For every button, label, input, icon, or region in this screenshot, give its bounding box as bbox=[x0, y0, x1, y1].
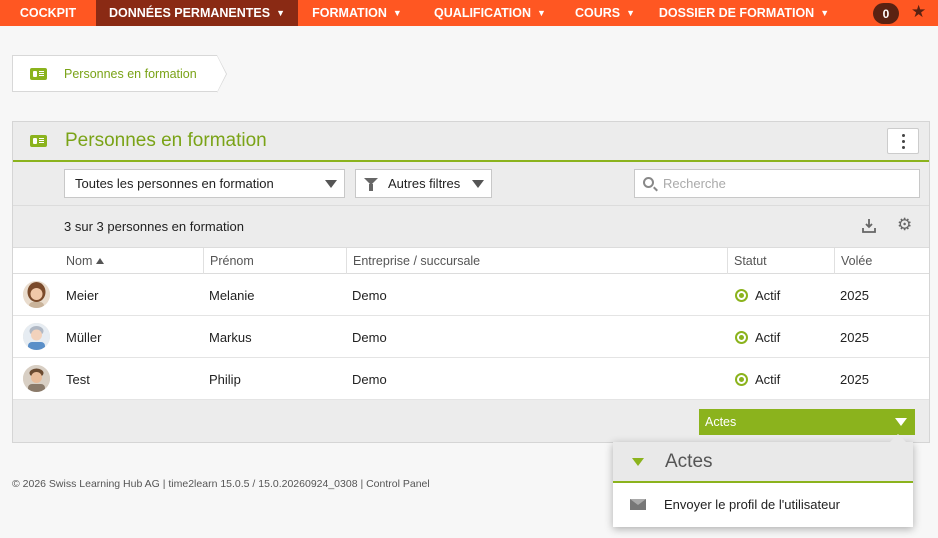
search-box[interactable] bbox=[634, 169, 920, 198]
cell-volee: 2025 bbox=[840, 287, 869, 303]
actions-button[interactable]: Actes bbox=[699, 409, 915, 435]
status-label: Actif bbox=[755, 371, 781, 387]
chevron-down-icon bbox=[632, 457, 644, 466]
panel-header: Personnes en formation bbox=[13, 122, 929, 162]
cell-nom: Meier bbox=[66, 287, 99, 303]
id-card-icon bbox=[30, 67, 47, 80]
cell-statut: Actif bbox=[735, 358, 780, 400]
caret-down-icon: ▼ bbox=[276, 8, 286, 18]
avatar bbox=[23, 365, 50, 392]
search-icon bbox=[643, 177, 654, 188]
actions-label: Actes bbox=[705, 415, 737, 429]
cell-entreprise: Demo bbox=[352, 287, 387, 303]
download-icon[interactable] bbox=[861, 218, 877, 234]
cell-volee: 2025 bbox=[840, 371, 869, 387]
table-row[interactable]: Test Philip Demo Actif 2025 bbox=[13, 358, 929, 400]
cell-prenom: Melanie bbox=[209, 287, 255, 303]
nav-qualification-label: QUALIFICATION bbox=[434, 6, 532, 20]
nav-donnees-permanentes-label: DONNÉES PERMANENTES bbox=[108, 6, 271, 20]
filter-bar: Toutes les personnes en formation Autres… bbox=[13, 164, 929, 206]
table-header: Nom Prénom Entreprise / succursale Statu… bbox=[13, 247, 929, 274]
cell-nom: Test bbox=[66, 371, 90, 387]
nav-donnees-permanentes[interactable]: DONNÉES PERMANENTES ▼ bbox=[96, 0, 298, 26]
more-menu-button[interactable] bbox=[887, 128, 919, 154]
person-filter-select[interactable]: Toutes les personnes en formation bbox=[64, 169, 345, 198]
cell-entreprise: Demo bbox=[352, 371, 387, 387]
column-header-statut[interactable]: Statut bbox=[727, 248, 834, 274]
footer: © 2026 Swiss Learning Hub AG | time2lear… bbox=[12, 478, 430, 490]
nav-formation-label: FORMATION bbox=[312, 6, 387, 20]
active-status-icon bbox=[735, 288, 748, 302]
breadcrumb-label: Personnes en formation bbox=[64, 66, 197, 81]
menu-item-label: Envoyer le profil de l'utilisateur bbox=[664, 496, 840, 512]
active-status-icon bbox=[735, 330, 748, 344]
caret-down-icon: ▼ bbox=[820, 8, 830, 18]
dot-icon bbox=[901, 145, 905, 149]
cell-statut: Actif bbox=[735, 316, 780, 358]
star-icon[interactable]: ★ bbox=[911, 2, 926, 22]
cell-statut: Actif bbox=[735, 274, 780, 316]
actions-dropdown: Actes Envoyer le profil de l'utilisateur bbox=[613, 434, 913, 527]
dot-icon bbox=[901, 133, 905, 137]
column-header-label: Statut bbox=[734, 254, 767, 268]
notification-badge[interactable]: 0 bbox=[873, 3, 899, 24]
top-nav: COCKPIT DONNÉES PERMANENTES ▼ FORMATION ▼ … bbox=[0, 0, 938, 26]
funnel-icon bbox=[364, 178, 378, 191]
status-label: Actif bbox=[755, 287, 781, 303]
dropdown-header[interactable]: Actes bbox=[613, 442, 913, 483]
nav-dossier-label: DOSSIER DE FORMATION bbox=[658, 6, 815, 20]
result-count: 3 sur 3 personnes en formation bbox=[64, 219, 244, 234]
nav-cockpit-label: COCKPIT bbox=[19, 6, 77, 20]
caret-down-icon: ▼ bbox=[537, 8, 546, 18]
gear-icon[interactable]: ⚙ bbox=[897, 216, 912, 233]
chevron-down-icon bbox=[325, 180, 337, 188]
nav-formation[interactable]: FORMATION ▼ bbox=[298, 0, 416, 26]
chevron-down-icon bbox=[895, 418, 907, 426]
other-filters-label: Autres filtres bbox=[388, 176, 461, 191]
column-header-label: Prénom bbox=[210, 254, 254, 268]
table-row[interactable]: Meier Melanie Demo Actif 2025 bbox=[13, 274, 929, 316]
column-header-label: Entreprise / succursale bbox=[353, 254, 481, 268]
cell-volee: 2025 bbox=[840, 329, 869, 345]
column-header-entreprise[interactable]: Entreprise / succursale bbox=[346, 248, 727, 274]
nav-cours[interactable]: COURS ▼ bbox=[564, 0, 646, 26]
persons-table: Nom Prénom Entreprise / succursale Statu… bbox=[13, 247, 929, 400]
other-filters-button[interactable]: Autres filtres bbox=[355, 169, 492, 198]
caret-down-icon: ▼ bbox=[626, 8, 636, 18]
person-filter-value: Toutes les personnes en formation bbox=[75, 176, 274, 191]
breadcrumb[interactable]: Personnes en formation bbox=[12, 55, 227, 93]
menu-item-send-profile[interactable]: Envoyer le profil de l'utilisateur bbox=[613, 483, 913, 525]
nav-qualification[interactable]: QUALIFICATION ▼ bbox=[416, 0, 564, 26]
count-bar: 3 sur 3 personnes en formation ⚙ bbox=[13, 207, 929, 247]
dropdown-title: Actes bbox=[665, 450, 713, 472]
cell-nom: Müller bbox=[66, 329, 102, 345]
search-input[interactable] bbox=[663, 176, 903, 191]
nav-dossier-de-formation[interactable]: DOSSIER DE FORMATION ▼ bbox=[646, 0, 842, 26]
column-header-label: Nom bbox=[66, 254, 93, 268]
nav-cours-label: COURS bbox=[574, 6, 621, 20]
cell-prenom: Philip bbox=[209, 371, 241, 387]
avatar bbox=[23, 281, 50, 308]
chevron-down-icon bbox=[472, 180, 484, 188]
caret-down-icon: ▼ bbox=[392, 8, 402, 18]
envelope-icon bbox=[630, 498, 646, 510]
column-header-nom[interactable]: Nom bbox=[60, 248, 203, 274]
table-row[interactable]: Müller Markus Demo Actif 2025 bbox=[13, 316, 929, 358]
column-header-volee[interactable]: Volée bbox=[834, 248, 929, 274]
column-header-label: Volée bbox=[841, 254, 873, 268]
active-status-icon bbox=[735, 372, 748, 386]
page-title: Personnes en formation bbox=[65, 130, 267, 151]
nav-cockpit[interactable]: COCKPIT bbox=[0, 0, 96, 26]
id-card-icon bbox=[30, 135, 47, 147]
cell-prenom: Markus bbox=[209, 329, 252, 345]
dot-icon bbox=[901, 139, 905, 143]
sort-ascending-icon bbox=[96, 258, 105, 264]
persons-panel: Personnes en formation Toutes les person… bbox=[12, 121, 930, 443]
cell-entreprise: Demo bbox=[352, 329, 387, 345]
status-label: Actif bbox=[755, 329, 781, 345]
avatar bbox=[23, 323, 50, 350]
column-header-prenom[interactable]: Prénom bbox=[203, 248, 346, 274]
